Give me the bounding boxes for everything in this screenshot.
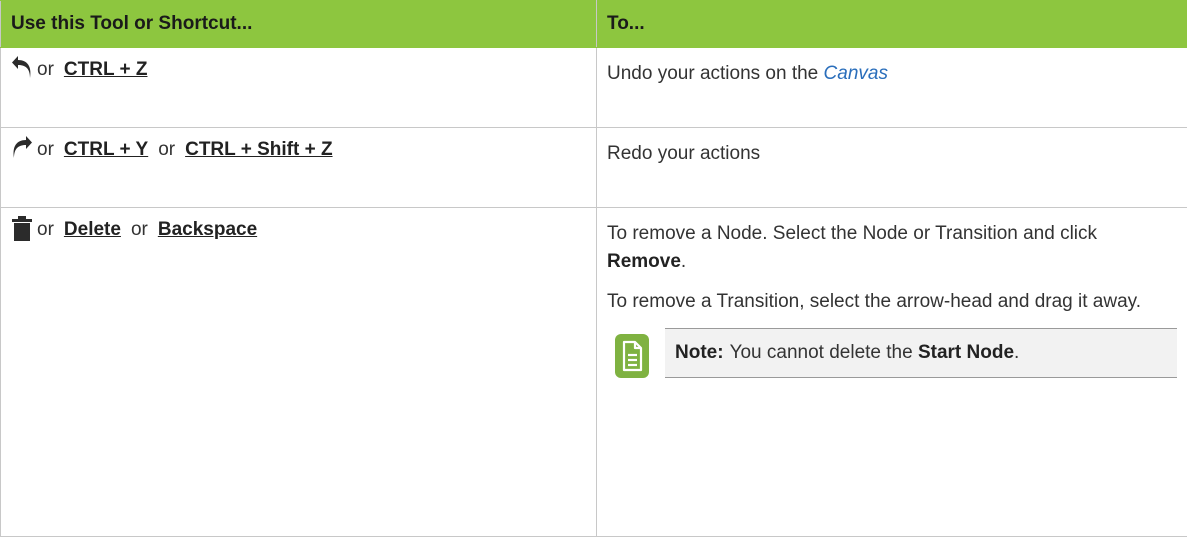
note-text: You cannot delete the [730,342,918,363]
remove-node-text: To remove a Node. Select the Node or Tra… [607,223,1097,244]
or-text: or [37,218,54,242]
shortcuts-table: Use this Tool or Shortcut... To... or [0,0,1187,537]
start-node-label: Start Node [918,342,1014,363]
undo-arrow-icon[interactable] [11,56,33,82]
canvas-link[interactable]: Canvas [824,63,888,84]
or-text: or [37,58,54,82]
note-document-icon [615,334,649,378]
shortcut-ctrl-z: CTRL + Z [64,58,148,82]
or-text: or [37,138,54,162]
redo-arrow-icon[interactable] [11,136,33,162]
note-body: Note: You cannot delete the Start Node. [665,328,1177,378]
column-header-action: To... [597,1,1187,48]
action-cell: Redo your actions [597,128,1187,208]
action-cell: Undo your actions on the Canvas [597,48,1187,128]
tool-cell: or CTRL + Z [1,48,597,128]
tool-cell: or CTRL + Y or CTRL + Shift + Z [1,128,597,208]
table-row: or CTRL + Z Undo your actions on the Can… [1,48,1187,128]
note-callout: Note: You cannot delete the Start Node. [607,328,1177,378]
note-period: . [1014,342,1019,363]
tool-cell: or Delete or Backspace [1,208,597,537]
shortcut-ctrl-shift-z: CTRL + Shift + Z [185,138,332,162]
table-header-row: Use this Tool or Shortcut... To... [1,1,1187,48]
table-row: or CTRL + Y or CTRL + Shift + Z Redo you… [1,128,1187,208]
redo-description: Redo your actions [607,143,760,164]
shortcut-ctrl-y: CTRL + Y [64,138,148,162]
table-row: or Delete or Backspace To remove a Node.… [1,208,1187,537]
shortcut-delete: Delete [64,218,121,242]
shortcut-reference: Use this Tool or Shortcut... To... or [0,0,1187,500]
column-header-tool: Use this Tool or Shortcut... [1,1,597,48]
remove-label: Remove [607,251,681,272]
undo-description: Undo your actions on the [607,63,824,84]
period: . [681,251,686,272]
trash-icon[interactable] [11,216,33,242]
or-text: or [131,218,148,242]
remove-node-paragraph: To remove a Node. Select the Node or Tra… [607,220,1177,276]
shortcut-backspace: Backspace [158,218,257,242]
remove-transition-paragraph: To remove a Transition, select the arrow… [607,288,1177,316]
or-text: or [158,138,175,162]
note-label: Note: [675,342,724,363]
action-cell: To remove a Node. Select the Node or Tra… [597,208,1187,537]
